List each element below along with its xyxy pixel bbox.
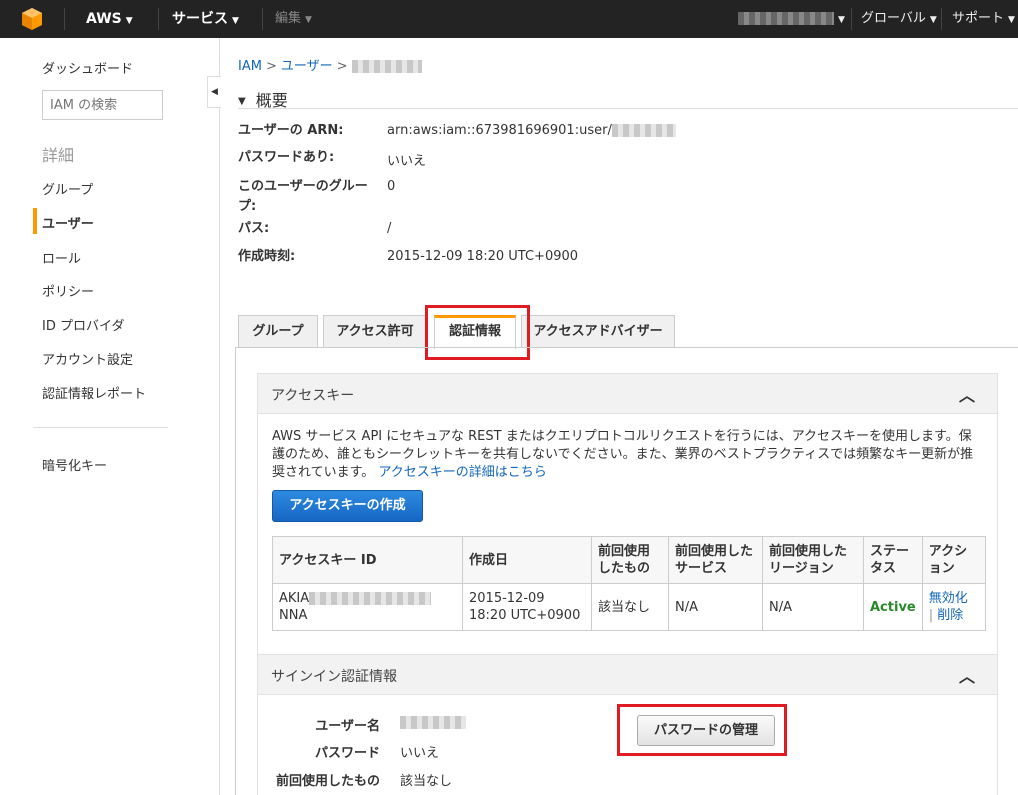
sidebar-item-credential-report[interactable]: 認証情報レポート [42,383,146,402]
tab-access-advisor[interactable]: アクセスアドバイザー [521,315,675,347]
user-groups-value: 0 [387,179,396,194]
username-value [400,715,466,730]
redacted-user-name [611,124,676,137]
tab-groups[interactable]: グループ [238,315,318,347]
signin-title: サインイン認証情報 [271,669,397,685]
chevron-down-icon: ▼ [305,15,312,25]
breadcrumb: IAM > ユーザー > [238,55,422,74]
redacted-user-name [400,716,466,729]
access-key-created: 2015-12-09 18:20 UTC+0900 [462,583,592,631]
access-keys-title: アクセスキー [271,388,355,404]
sidebar-item-dashboard[interactable]: ダッシュボード [42,58,133,77]
caret-down-icon: ▼ [238,96,246,107]
redacted-key-id [309,592,432,605]
account-menu[interactable]: ▼ [738,0,845,38]
path-value: / [387,221,392,236]
summary-section-header[interactable]: ▼ 概要 [238,87,1018,110]
access-keys-description: AWS サービス API にセキュアな REST またはクエリプロトコルリクエス… [272,429,974,480]
user-arn-value: arn:aws:iam::673981696901:user/ [387,123,676,138]
user-arn-label: ユーザーの ARN: [238,123,344,138]
table-header-row: アクセスキー ID 作成日 前回使用したもの 前回使用したサービス 前回使用した… [272,536,986,584]
access-key-id: AKIANNA [272,583,463,631]
column-header-last-region: 前回使用したリージョン [762,536,864,584]
sidebar-item-encryption-keys[interactable]: 暗号化キー [42,455,107,474]
creation-time-value: 2015-12-09 18:20 UTC+0900 [387,249,579,264]
last-used-label: 前回使用したもの [275,774,380,789]
create-access-key-button[interactable]: アクセスキーの作成 [272,490,423,522]
redacted-user-name [351,60,422,73]
sidebar-heading-details: 詳細 [42,146,75,165]
breadcrumb-iam[interactable]: IAM [238,59,262,74]
chevron-up-icon[interactable]: ︿ [959,663,975,687]
column-header-status: ステータス [863,536,923,584]
chevron-down-icon: ▼ [232,16,239,26]
has-password-label: パスワードあり: [238,150,335,165]
column-header-created: 作成日 [462,536,592,584]
sidebar-item-users[interactable]: ユーザー [42,213,94,232]
column-header-actions: アクション [921,536,986,584]
access-key-actions: 無効化 | 削除 [921,583,986,631]
sidebar-item-account-settings[interactable]: アカウント設定 [42,349,133,368]
column-header-last-service: 前回使用したサービス [668,536,763,584]
region-menu[interactable]: グローバル ▼ [861,0,937,38]
signin-section-header[interactable]: サインイン認証情報 ︿ [257,654,998,695]
last-used-value: 該当なし [400,774,453,789]
iam-search-input[interactable] [42,90,163,120]
sidebar-item-policies[interactable]: ポリシー [42,281,94,300]
password-value: いいえ [400,746,440,761]
deactivate-link[interactable]: 無効化 [929,591,968,606]
collapse-sidebar-icon[interactable]: ◀ [207,76,221,108]
redacted-account-name [738,12,834,25]
chevron-up-icon[interactable]: ︿ [959,382,975,406]
sidebar-item-identity-providers[interactable]: ID プロバイダ [42,315,124,334]
aws-logo-icon[interactable] [6,5,58,33]
edit-menu[interactable]: 編集 ▼ [275,0,312,38]
creation-time-label: 作成時刻: [238,249,296,264]
sidebar-item-roles[interactable]: ロール [42,248,81,267]
column-header-key-id: アクセスキー ID [272,536,463,584]
access-keys-table: アクセスキー ID 作成日 前回使用したもの 前回使用したサービス 前回使用した… [272,536,986,631]
access-key-last-service: N/A [668,583,763,631]
username-label: ユーザー名 [315,719,380,734]
sidebar: ダッシュボード 詳細 グループ ユーザー ロール ポリシー ID プロバイダ ア… [0,38,220,795]
path-label: パス: [238,221,270,236]
column-header-last-used: 前回使用したもの [591,536,669,584]
user-groups-label: このユーザーのグループ: [238,179,368,214]
access-keys-learn-more-link[interactable]: アクセスキーの詳細はこちら [378,465,546,480]
chevron-down-icon: ▼ [1008,15,1015,25]
access-keys-section-header[interactable]: アクセスキー ︿ [257,373,998,414]
breadcrumb-users[interactable]: ユーザー [281,59,333,74]
services-menu[interactable]: サービス ▼ [172,0,239,38]
sidebar-divider [33,427,168,428]
sidebar-item-groups[interactable]: グループ [42,179,93,198]
highlight-box [617,704,787,756]
summary-heading: 概要 [255,91,288,110]
active-indicator [33,208,37,234]
chevron-down-icon: ▼ [838,15,845,25]
tab-permissions[interactable]: アクセス許可 [323,315,427,347]
chevron-down-icon: ▼ [125,16,133,26]
delete-link[interactable]: 削除 [937,608,963,623]
support-menu[interactable]: サポート ▼ [952,0,1015,38]
password-label: パスワード [314,746,380,761]
top-nav: AWS ▼ サービス ▼ 編集 ▼ ▼ グローバル ▼ サポート ▼ [0,0,1018,38]
chevron-down-icon: ▼ [929,15,937,25]
access-key-last-region: N/A [762,583,864,631]
access-key-last-used: 該当なし [591,583,669,631]
aws-menu[interactable]: AWS ▼ [86,0,133,38]
has-password-value: いいえ [387,154,427,169]
table-row: AKIANNA 2015-12-09 18:20 UTC+0900 該当なし N… [272,583,986,631]
status-badge: Active [863,583,923,631]
